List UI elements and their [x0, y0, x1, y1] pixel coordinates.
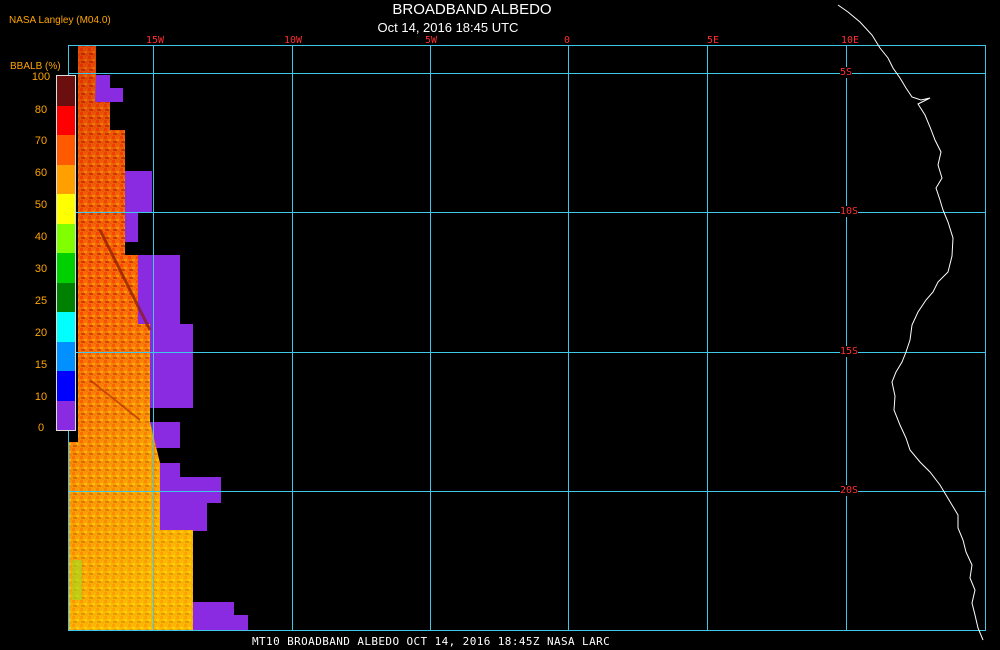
colorbar-cell [57, 282, 75, 312]
colorbar-cell [57, 400, 75, 430]
colorbar-cell [57, 223, 75, 253]
colorbar-tick: 70 [34, 135, 48, 147]
coastline [837, 4, 984, 641]
lon-label-5w: 5W [424, 35, 438, 46]
lon-label-10e: 10E [840, 35, 860, 46]
colorbar-tick: 0 [37, 422, 45, 434]
colorbar-tick: 20 [34, 327, 48, 339]
colorbar-cell [57, 135, 75, 165]
colorbar-tick: 30 [34, 263, 48, 275]
lat-label-10s: 10S [840, 206, 859, 217]
colorbar-cell [57, 253, 75, 283]
colorbar-cell [57, 164, 75, 194]
lon-label-5e: 5E [706, 35, 720, 46]
colorbar [56, 75, 76, 431]
graticule [68, 45, 986, 631]
lon-label-0: 0 [563, 35, 571, 46]
lon-label-10w: 10W [283, 35, 303, 46]
colorbar-tick: 100 [31, 71, 51, 83]
colorbar-tick: 40 [34, 231, 48, 243]
colorbar-tick: 80 [34, 104, 48, 116]
map-canvas [68, 4, 986, 641]
lat-label-20s: 20S [840, 485, 859, 496]
colorbar-cell [57, 76, 75, 106]
colorbar-tick: 50 [34, 199, 48, 211]
lat-label-5s: 5S [840, 67, 853, 78]
lat-label-15s: 15S [840, 346, 859, 357]
colorbar-cell [57, 312, 75, 342]
colorbar-cell [57, 371, 75, 401]
colorbar-tick: 15 [34, 359, 48, 371]
colorbar-tick: 60 [34, 167, 48, 179]
colorbar-tick: 25 [34, 295, 48, 307]
lon-label-15w: 15W [145, 35, 165, 46]
colorbar-cell [57, 105, 75, 135]
footer-caption: MT10 BROADBAND ALBEDO OCT 14, 2016 18:45… [252, 635, 611, 648]
colorbar-tick: 10 [34, 391, 48, 403]
colorbar-cell [57, 194, 75, 224]
colorbar-cell [57, 341, 75, 371]
